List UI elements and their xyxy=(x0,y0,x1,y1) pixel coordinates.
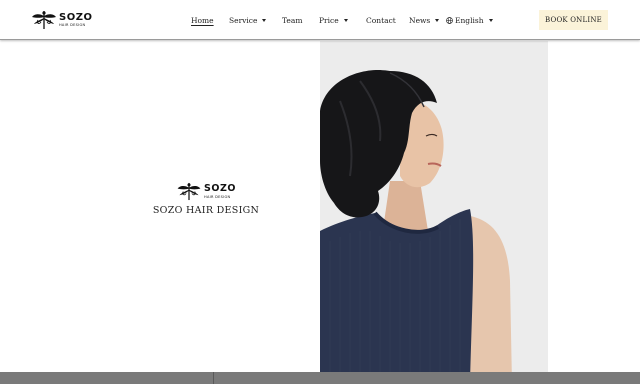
hero-right-panel xyxy=(548,41,640,372)
chevron-down-icon xyxy=(435,18,440,22)
footer-divider xyxy=(213,372,214,384)
nav-price[interactable]: Price xyxy=(319,14,348,26)
hero-logo-text: SOZO HAIR DESIGN xyxy=(204,184,236,199)
hero-logo-subtitle: HAIR DESIGN xyxy=(204,194,231,199)
footer-bar xyxy=(0,372,640,384)
nav-home-label: Home xyxy=(191,15,214,25)
hero-brand-name: SOZO HAIR DESIGN xyxy=(152,205,260,216)
language-switcher[interactable]: English xyxy=(446,14,493,26)
woman-portrait-image xyxy=(320,41,548,384)
hero-logo: SOZO HAIR DESIGN xyxy=(176,182,236,201)
globe-icon xyxy=(446,16,453,24)
nav-news-label: News xyxy=(409,15,431,25)
nav-team[interactable]: Team xyxy=(282,14,302,26)
nav-price-label: Price xyxy=(319,15,339,25)
nav-service[interactable]: Service xyxy=(229,14,267,26)
nav-news[interactable]: News xyxy=(409,14,440,26)
site-header: SOZO HAIR DESIGN Home Service Team Price… xyxy=(0,0,640,40)
language-label: English xyxy=(455,15,484,25)
nav-home[interactable]: Home xyxy=(191,14,214,26)
book-online-button[interactable]: BOOK ONLINE xyxy=(539,10,608,30)
nav-team-label: Team xyxy=(282,15,303,25)
dragonfly-logo-icon xyxy=(177,182,201,201)
nav-contact-label: Contact xyxy=(366,15,396,25)
hero-logo-wordmark: SOZO xyxy=(204,183,236,195)
hero-photo xyxy=(320,41,548,384)
nav-contact[interactable]: Contact xyxy=(366,14,396,26)
nav-service-label: Service xyxy=(229,15,258,25)
chevron-down-icon xyxy=(262,18,267,22)
chevron-down-icon xyxy=(343,18,348,22)
chevron-down-icon xyxy=(488,18,493,22)
